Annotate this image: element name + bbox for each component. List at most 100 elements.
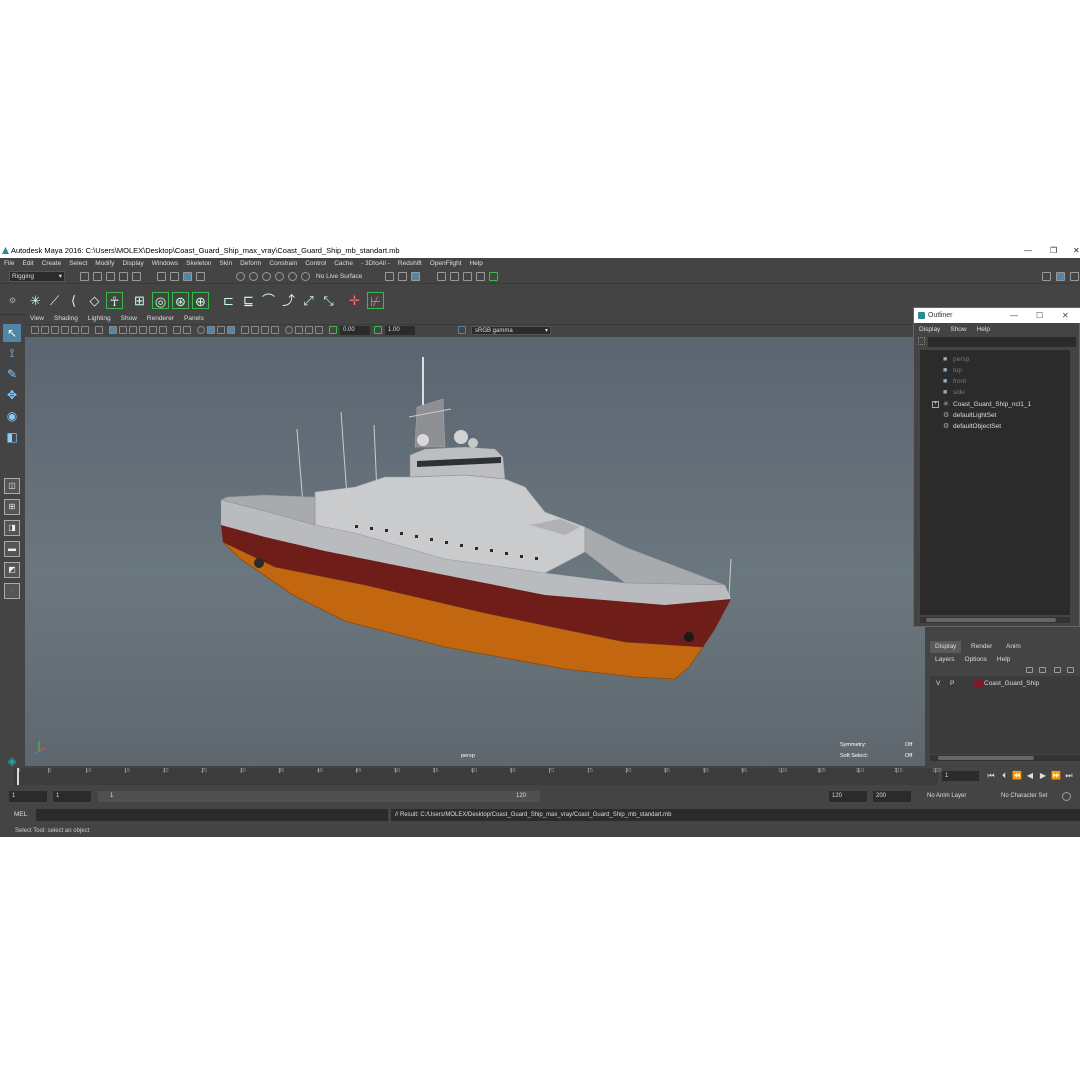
layer-scrollbar[interactable] [930,755,1080,761]
panel-menu-show[interactable]: Show [116,314,142,324]
isolate-select-icon[interactable] [285,326,293,334]
move-tool-icon[interactable]: ✥ [3,386,21,404]
screen-space-ao-icon[interactable] [241,326,249,334]
outliner-layout-icon[interactable]: ◩ [4,562,20,578]
input-ops-icon[interactable] [385,272,394,281]
make-live-icon[interactable] [301,272,310,281]
panel-menu-renderer[interactable]: Renderer [142,314,179,324]
animation-start-field[interactable]: 1 [9,791,47,802]
outliner-filter-icon[interactable] [918,337,925,345]
outliner-menu-display[interactable]: Display [914,324,945,335]
persp-graph-layout-icon[interactable]: ▬ [4,541,20,557]
menu-openflight[interactable]: OpenFlight [426,258,466,270]
snap-point-icon[interactable] [262,272,271,281]
coast-guard-ship-model[interactable] [25,337,925,769]
layer-row-coast-guard-ship[interactable]: V P Coast_Guard_Ship [930,678,1080,689]
panel-menu-shading[interactable]: Shading [49,314,83,324]
multisample-aa-icon[interactable] [261,326,269,334]
resolution-gate-icon[interactable] [119,326,127,334]
auto-key-icon[interactable] [1062,792,1071,801]
undo-icon[interactable] [119,272,128,281]
menu-help[interactable]: Help [466,258,487,270]
xray-joints-icon[interactable] [315,326,323,334]
persp-outliner-layout-icon[interactable]: ◨ [4,520,20,536]
select-camera-icon[interactable] [31,326,39,334]
menu-skin[interactable]: Skin [215,258,236,270]
outliner-close-button[interactable]: ✕ [1062,308,1069,323]
panel-menu-panels[interactable]: Panels [179,314,209,324]
paint-weights-icon[interactable]: ◎ [152,292,169,309]
outliner-item-default-light-set[interactable]: ⚙ defaultLightSet [920,410,1070,421]
exposure-field[interactable]: 0.00 [340,326,370,335]
menu-skeleton[interactable]: Skeleton [182,258,215,270]
render-frame-icon[interactable] [450,272,459,281]
anim-layer-dropdown[interactable]: No Anim Layer [927,791,966,802]
timeline-ruler[interactable]: 1 5 10 15 20 25 30 35 40 45 50 55 60 65 70 75 80 85 90 95 10… [14,768,942,785]
gate-mask-icon[interactable] [129,326,137,334]
ipr-render-icon[interactable] [463,272,472,281]
redo-icon[interactable] [132,272,141,281]
go-to-end-icon[interactable]: ⏭ [1064,771,1074,781]
outliner-item-side[interactable]: ■ side [920,387,1070,398]
humanik-icon[interactable]: ☥ [106,292,123,309]
select-tool-icon[interactable]: ↖ [3,324,21,342]
menu-control[interactable]: Control [301,258,330,270]
render-view-icon[interactable] [437,272,446,281]
layer-color-swatch[interactable] [974,680,983,687]
gamma-field[interactable]: 1.00 [385,326,415,335]
go-to-start-icon[interactable]: ⏮ [986,771,996,781]
outliner-minimize-button[interactable]: — [1010,308,1018,323]
select-hierarchy-icon[interactable] [157,272,166,281]
snap-surface-icon[interactable] [288,272,297,281]
play-forwards-icon[interactable]: ▶ [1038,771,1048,781]
construction-history-icon[interactable] [411,272,420,281]
menu-redshift[interactable]: Redshift [394,258,426,270]
panel-menu-view[interactable]: View [25,314,49,324]
menu-edit[interactable]: Edit [18,258,37,270]
menu-constrain[interactable]: Constrain [265,258,301,270]
open-scene-icon[interactable] [93,272,102,281]
select-component-icon[interactable] [183,272,192,281]
cluster-icon[interactable]: ⊏ [220,292,237,309]
wireframe-on-shaded-icon[interactable] [197,326,205,334]
snap-view-plane-icon[interactable] [275,272,284,281]
layer-menu-layers[interactable]: Layers [930,655,960,665]
save-scene-icon[interactable] [106,272,115,281]
toggle-modeling-toolkit-icon[interactable] [1042,272,1051,281]
current-time-indicator[interactable] [17,768,19,785]
range-bar[interactable]: 1 120 [98,791,540,802]
color-management-icon[interactable] [458,326,466,334]
outliner-item-persp[interactable]: ■ persp [920,354,1070,365]
camera-attributes-icon[interactable] [41,326,49,334]
orient-constraint-icon[interactable]: ⤡ [320,292,337,309]
render-settings-icon[interactable] [476,272,485,281]
snap-grid-icon[interactable] [236,272,245,281]
single-perspective-layout-icon[interactable]: ◫ [4,478,20,494]
current-frame-field[interactable]: 1 [942,771,979,781]
expand-icon[interactable]: + [932,401,939,408]
menu-create[interactable]: Create [38,258,66,270]
menu-3dtoall[interactable]: - 3DtoAll - [357,258,394,270]
four-view-layout-icon[interactable]: ⊞ [4,499,20,515]
wireframe-icon[interactable] [173,326,181,334]
outliner-menu-show[interactable]: Show [945,324,971,335]
layer-visibility-toggle[interactable]: V [936,678,940,689]
menu-modify[interactable]: Modify [91,258,118,270]
toggle-channel-box-icon[interactable] [1070,272,1079,281]
tab-render[interactable]: Render [966,641,997,653]
move-layer-down-icon[interactable] [1039,667,1046,673]
image-plane-icon[interactable] [61,326,69,334]
tab-anim[interactable]: Anim [1001,641,1026,653]
grid-icon[interactable] [95,326,103,334]
new-layer-icon[interactable] [1054,667,1061,673]
layer-menu-options[interactable]: Options [960,655,992,665]
grease-pencil-icon[interactable] [81,326,89,334]
menu-deform[interactable]: Deform [236,258,265,270]
new-scene-icon[interactable] [80,272,89,281]
layer-menu-help[interactable]: Help [992,655,1015,665]
menu-cache[interactable]: Cache [330,258,357,270]
safe-action-icon[interactable] [149,326,157,334]
outliner-scrollbar[interactable] [920,617,1070,623]
outliner-menu-help[interactable]: Help [972,324,995,335]
view-transform-dropdown[interactable]: sRGB gamma [471,326,551,335]
